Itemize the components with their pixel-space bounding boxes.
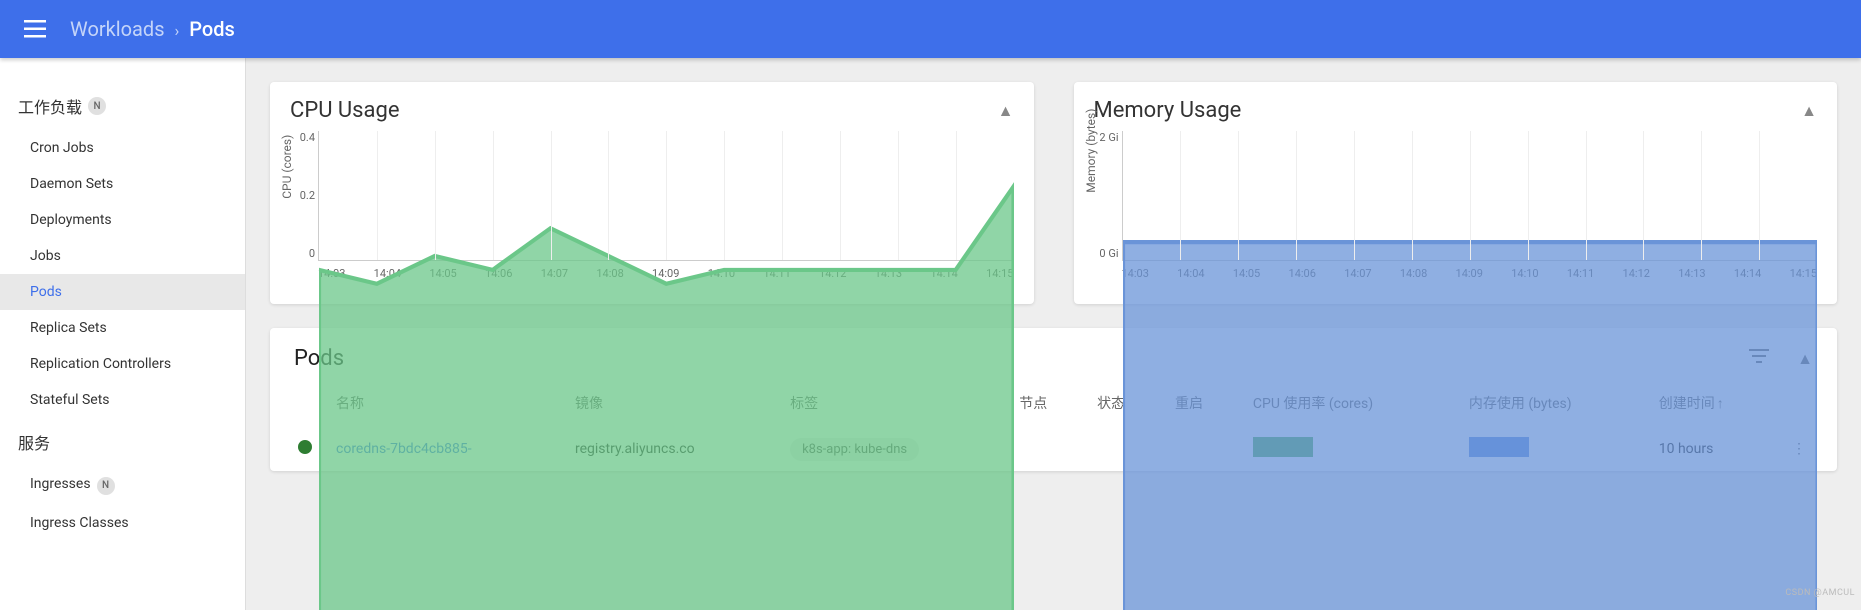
collapse-icon[interactable]: ▲ bbox=[1801, 101, 1817, 121]
card-title: CPU Usage bbox=[290, 98, 400, 123]
sidebar-section-label: 服务 bbox=[18, 430, 50, 454]
breadcrumb-parent[interactable]: Workloads bbox=[70, 17, 165, 41]
namespace-badge: N bbox=[97, 477, 115, 495]
pod-node bbox=[1007, 427, 1085, 471]
sidebar-item-replication-controllers[interactable]: Replication Controllers bbox=[0, 346, 245, 382]
cpu-chart: CPU (cores) 0.40.20 14:0314:0414:0514:06… bbox=[270, 131, 1034, 304]
memory-usage-card: Memory Usage ▲ Memory (bytes) 2 Gi0 Gi 1… bbox=[1074, 82, 1838, 304]
watermark: CSDN @AMCUL bbox=[1785, 588, 1855, 598]
sidebar: 工作负载 N Cron JobsDaemon SetsDeploymentsJo… bbox=[0, 58, 246, 610]
sidebar-item-cron-jobs[interactable]: Cron Jobs bbox=[0, 130, 245, 166]
chevron-right-icon: › bbox=[174, 21, 179, 40]
sidebar-section-services[interactable]: 服务 bbox=[0, 418, 245, 466]
cpu-usage-card: CPU Usage ▲ CPU (cores) 0.40.20 14:0314:… bbox=[270, 82, 1034, 304]
breadcrumb: Workloads › Pods bbox=[70, 17, 235, 41]
sidebar-section-workloads[interactable]: 工作负载 N bbox=[0, 82, 245, 130]
column-status-dot bbox=[270, 379, 324, 427]
collapse-icon[interactable]: ▲ bbox=[998, 101, 1014, 121]
status-dot-icon bbox=[298, 440, 312, 454]
y-tick: 0 Gi bbox=[1085, 247, 1119, 260]
y-tick: 0 bbox=[281, 247, 315, 260]
sidebar-item-deployments[interactable]: Deployments bbox=[0, 202, 245, 238]
main-content: CPU Usage ▲ CPU (cores) 0.40.20 14:0314:… bbox=[246, 58, 1861, 610]
sidebar-item-pods[interactable]: Pods bbox=[0, 274, 245, 310]
y-tick: 2 Gi bbox=[1085, 131, 1119, 144]
sidebar-section-label: 工作负载 bbox=[18, 94, 82, 118]
breadcrumb-current[interactable]: Pods bbox=[189, 17, 235, 41]
sidebar-item-stateful-sets[interactable]: Stateful Sets bbox=[0, 382, 245, 418]
y-tick: 0.2 bbox=[281, 189, 315, 202]
sidebar-item-replica-sets[interactable]: Replica Sets bbox=[0, 310, 245, 346]
column-header[interactable]: 节点 bbox=[1007, 379, 1085, 427]
hamburger-icon[interactable] bbox=[16, 12, 54, 46]
memory-chart: Memory (bytes) 2 Gi0 Gi 14:0314:0414:051… bbox=[1074, 131, 1838, 304]
sidebar-item-ingress-classes[interactable]: Ingress Classes bbox=[0, 505, 245, 541]
namespace-badge: N bbox=[88, 97, 106, 115]
sidebar-item-jobs[interactable]: Jobs bbox=[0, 238, 245, 274]
app-bar: Workloads › Pods bbox=[0, 0, 1861, 58]
y-tick: 0.4 bbox=[281, 131, 315, 144]
sidebar-item-daemon-sets[interactable]: Daemon Sets bbox=[0, 166, 245, 202]
card-title: Memory Usage bbox=[1094, 98, 1242, 123]
sidebar-item-ingresses[interactable]: IngressesN bbox=[0, 466, 245, 505]
